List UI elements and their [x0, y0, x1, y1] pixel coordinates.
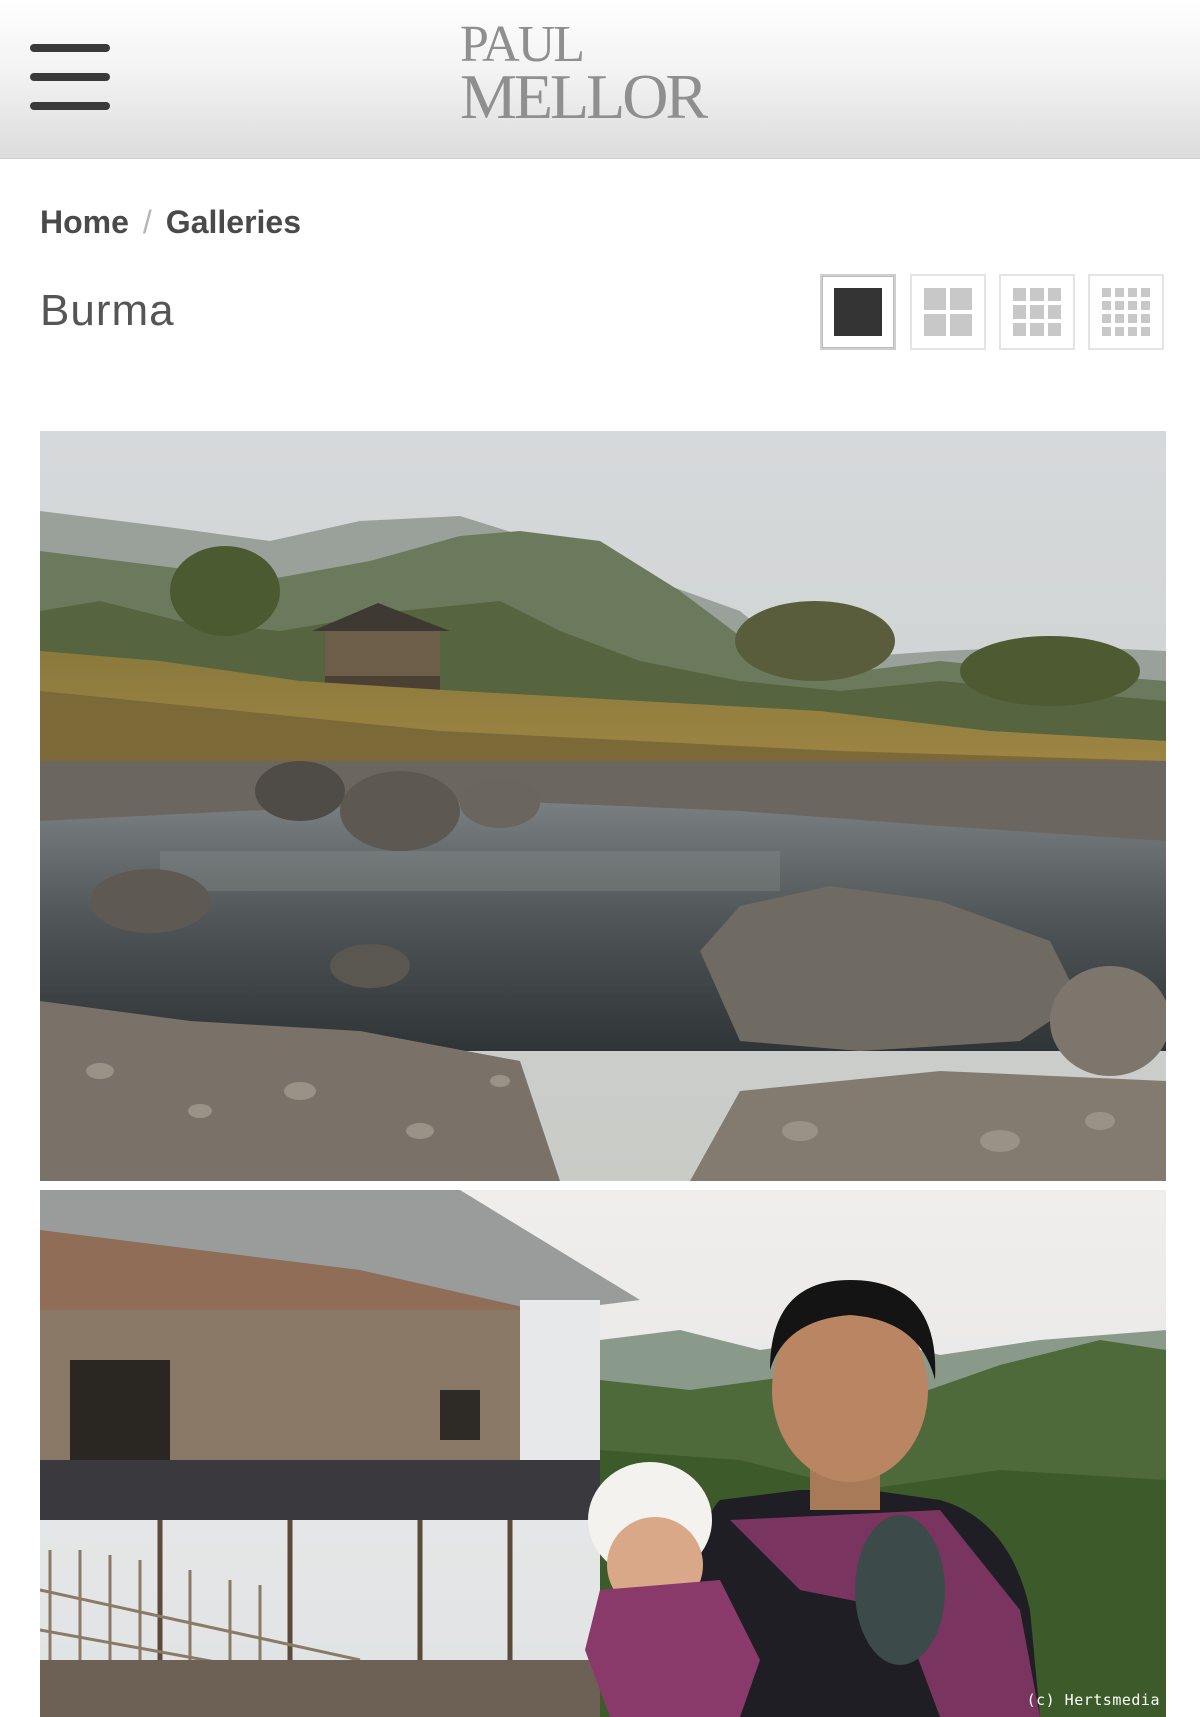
- layout-switcher: [820, 274, 1166, 354]
- menu-bar: [30, 73, 110, 81]
- breadcrumb: Home / Galleries: [40, 204, 301, 248]
- gallery-photo-woman-with-baby[interactable]: (c) Hertsmedia: [40, 1190, 1166, 1717]
- grid-3x3-icon: [1013, 288, 1061, 336]
- single-square-icon: [834, 288, 882, 336]
- grid-4x4-icon: [1102, 288, 1150, 336]
- hamburger-menu-icon[interactable]: [30, 44, 110, 110]
- breadcrumb-home-link[interactable]: Home: [40, 204, 129, 240]
- breadcrumb-galleries-link[interactable]: Galleries: [166, 204, 301, 240]
- layout-3-columns-button[interactable]: [999, 274, 1075, 350]
- watermark: (c) Hertsmedia: [1026, 1691, 1160, 1709]
- menu-bar: [30, 44, 110, 52]
- grid-2x2-icon: [924, 288, 972, 336]
- menu-bar: [30, 102, 110, 110]
- river-landscape-image: [40, 431, 1166, 1181]
- logo-line-2: MELLOR: [460, 61, 708, 132]
- layout-1-column-button[interactable]: [820, 274, 896, 350]
- site-logo[interactable]: PAUL MELLOR: [460, 19, 760, 132]
- gallery-title: Burma: [40, 286, 175, 335]
- layout-4-columns-button[interactable]: [1088, 274, 1164, 350]
- site-header: PAUL MELLOR: [0, 0, 1200, 159]
- breadcrumb-separator: /: [142, 204, 152, 240]
- layout-2-columns-button[interactable]: [910, 274, 986, 350]
- gallery-photo-river-landscape[interactable]: [40, 431, 1166, 1181]
- page: PAUL MELLOR Home / Galleries Burma (c) H…: [0, 0, 1200, 1717]
- woman-with-baby-image: [40, 1190, 1166, 1717]
